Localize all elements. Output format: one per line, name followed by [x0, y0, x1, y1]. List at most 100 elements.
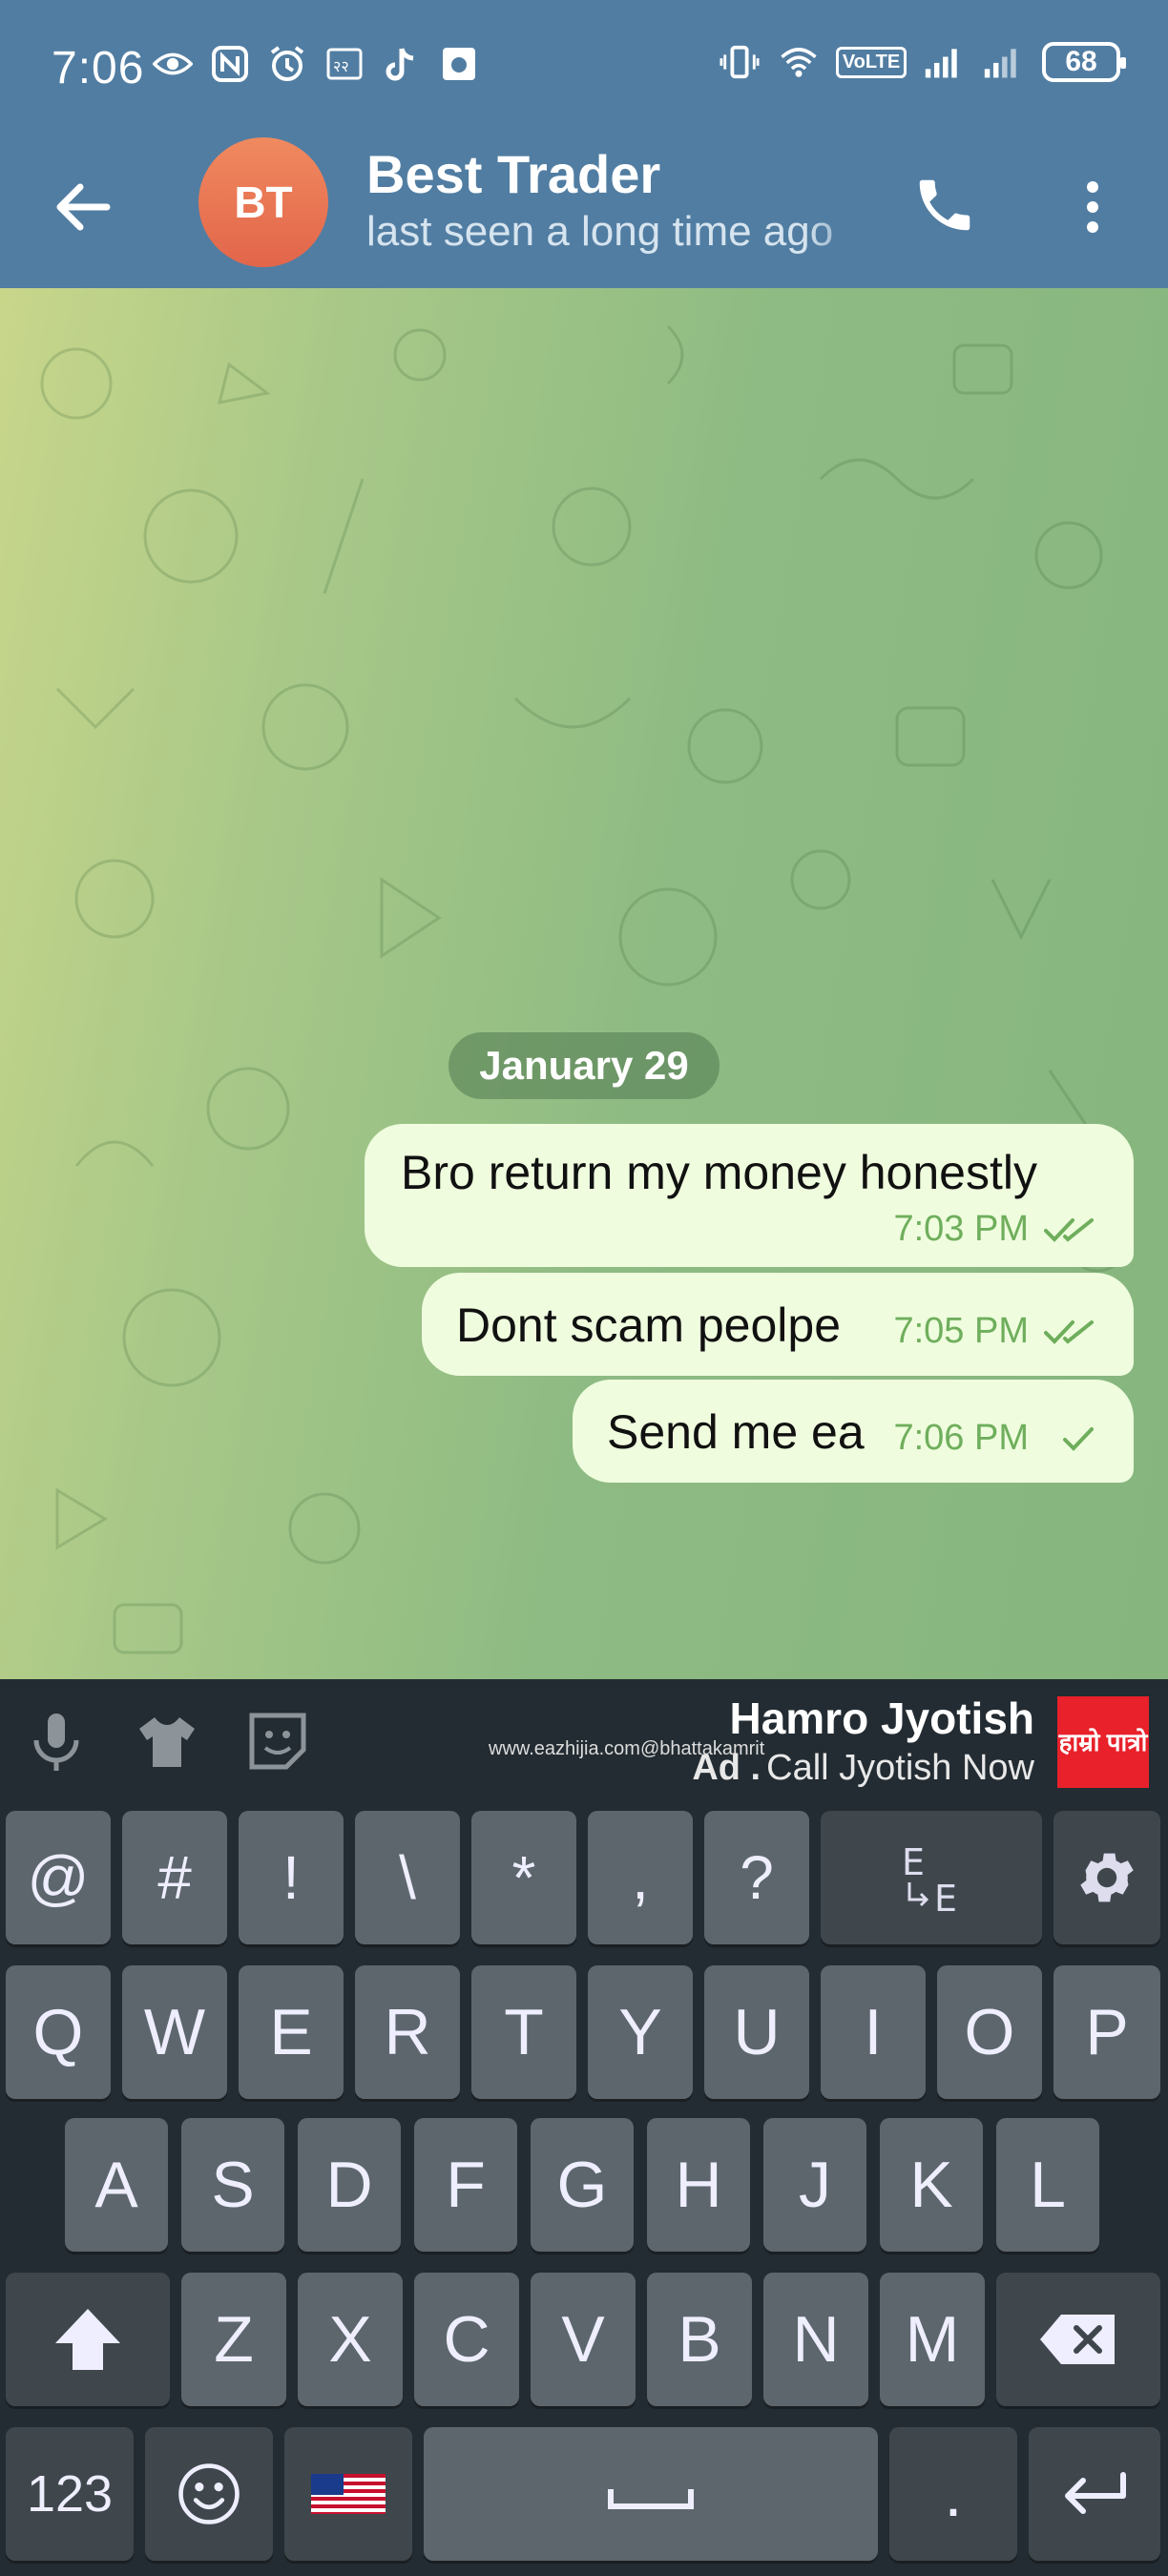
key-question[interactable]: ? — [704, 1811, 809, 1944]
keyboard-settings-key[interactable] — [1053, 1811, 1160, 1944]
enter-key[interactable] — [1029, 2427, 1160, 2561]
signal-roaming-icon — [983, 42, 1023, 82]
tiktok-icon — [382, 44, 422, 84]
theme-shirt-icon[interactable] — [134, 1708, 200, 1775]
key-e[interactable]: E — [239, 1965, 344, 2099]
status-notification-icons: २२ — [153, 44, 479, 84]
ad-subtitle-text: Call Jyotish Now — [766, 1748, 1034, 1788]
on-screen-keyboard: www.eazhijia.com@bhattakamrit Hamro Jyot… — [0, 1679, 1168, 2576]
voice-input-icon[interactable] — [23, 1708, 90, 1775]
svg-text:E: E — [934, 1878, 957, 1920]
key-backslash[interactable]: \ — [355, 1811, 460, 1944]
message-time: 7:03 PM — [893, 1209, 1029, 1249]
key-at[interactable]: @ — [6, 1811, 111, 1944]
ad-logo[interactable]: हाम्रो पात्रो — [1057, 1696, 1149, 1788]
app-notification-icon: २२ — [324, 44, 365, 84]
key-g[interactable]: G — [531, 2118, 634, 2252]
key-l[interactable]: L — [996, 2118, 1099, 2252]
svg-text:E: E — [902, 1841, 925, 1883]
back-arrow-icon[interactable] — [50, 174, 116, 240]
shift-key[interactable] — [6, 2273, 170, 2406]
status-time: 7:06 — [52, 43, 145, 93]
sticker-icon[interactable] — [244, 1708, 311, 1775]
key-f[interactable]: F — [414, 2118, 517, 2252]
eye-icon — [153, 44, 193, 84]
message-meta: 7:03 PM — [893, 1209, 1101, 1250]
avatar[interactable]: BT — [198, 137, 328, 267]
svg-text:२२: २२ — [333, 57, 349, 75]
phone-call-icon[interactable] — [911, 172, 978, 239]
double-check-icon — [1044, 1217, 1094, 1242]
nfc-icon — [210, 44, 250, 84]
more-options-icon[interactable] — [1069, 174, 1116, 240]
message-time: 7:06 PM — [893, 1418, 1029, 1458]
period-key[interactable]: . — [889, 2427, 1017, 2561]
backspace-key[interactable] — [996, 2273, 1160, 2406]
key-hash[interactable]: # — [122, 1811, 227, 1944]
key-h[interactable]: H — [647, 2118, 750, 2252]
language-switch-key[interactable]: EE — [821, 1811, 1042, 1944]
date-separator: January 29 — [448, 1032, 720, 1099]
message-bubble-outgoing[interactable]: Send me ea 7:06 PM — [573, 1380, 1134, 1483]
space-bar-icon — [608, 2489, 694, 2509]
check-icon — [1063, 1426, 1094, 1451]
key-b[interactable]: B — [647, 2273, 752, 2406]
chat-title[interactable]: Best Trader — [366, 143, 660, 205]
vibrate-icon — [720, 42, 760, 82]
app-badge-icon — [439, 44, 479, 84]
message-meta: 7:06 PM — [893, 1418, 1101, 1459]
smiley-icon — [178, 2463, 240, 2524]
key-m[interactable]: M — [880, 2273, 985, 2406]
key-p[interactable]: P — [1053, 1965, 1160, 2099]
chat-header: BT Best Trader last seen a long time ago — [0, 134, 1168, 288]
space-key[interactable] — [424, 2427, 878, 2561]
key-o[interactable]: O — [937, 1965, 1042, 2099]
key-asterisk[interactable]: * — [471, 1811, 576, 1944]
language-flag-key[interactable] — [284, 2427, 412, 2561]
key-exclamation[interactable]: ! — [239, 1811, 344, 1944]
ad-subtitle[interactable]: Ad . Call Jyotish Now — [692, 1748, 1034, 1789]
ad-label: Ad . — [692, 1748, 761, 1788]
key-x[interactable]: X — [298, 2273, 403, 2406]
key-k[interactable]: K — [880, 2118, 983, 2252]
double-check-icon — [1044, 1319, 1094, 1344]
language-switch-icon: EE — [902, 1841, 957, 1920]
key-comma[interactable]: , — [588, 1811, 693, 1944]
key-z[interactable]: Z — [181, 2273, 286, 2406]
key-u[interactable]: U — [704, 1965, 809, 2099]
battery-indicator: 68 — [1042, 42, 1126, 82]
key-w[interactable]: W — [122, 1965, 227, 2099]
key-d[interactable]: D — [298, 2118, 401, 2252]
shift-arrow-icon — [55, 2309, 120, 2370]
ad-title[interactable]: Hamro Jyotish — [729, 1693, 1034, 1744]
message-meta: 7:05 PM — [893, 1311, 1101, 1352]
enter-arrow-icon — [1065, 2472, 1126, 2514]
gear-icon — [1080, 1853, 1134, 1902]
message-bubble-outgoing[interactable]: Bro return my money honestly 7:03 PM — [365, 1124, 1134, 1267]
us-flag-icon — [311, 2474, 386, 2514]
key-r[interactable]: R — [355, 1965, 460, 2099]
volte-icon: VoLTE — [835, 42, 907, 82]
key-q[interactable]: Q — [6, 1965, 111, 2099]
key-t[interactable]: T — [471, 1965, 576, 2099]
signal-icon — [924, 42, 964, 82]
key-v[interactable]: V — [531, 2273, 636, 2406]
key-c[interactable]: C — [414, 2273, 519, 2406]
emoji-key[interactable] — [145, 2427, 273, 2561]
key-i[interactable]: I — [821, 1965, 926, 2099]
key-j[interactable]: J — [763, 2118, 866, 2252]
wifi-icon — [779, 42, 819, 82]
message-text: Bro return my money honestly — [401, 1146, 1037, 1199]
numbers-key[interactable]: 123 — [6, 2427, 134, 2561]
keyboard-toolbar: www.eazhijia.com@bhattakamrit Hamro Jyot… — [0, 1679, 1168, 1803]
key-s[interactable]: S — [181, 2118, 284, 2252]
message-bubble-outgoing[interactable]: Dont scam peolpe 7:05 PM — [422, 1273, 1134, 1376]
last-seen-status: last seen a long time ago — [366, 208, 834, 255]
key-y[interactable]: Y — [588, 1965, 693, 2099]
ad-logo-text: हाम्रो पात्रो — [1058, 1728, 1148, 1756]
status-bar: 7:06 २२ VoLTE 68 — [0, 0, 1168, 134]
chat-area: January 29 Bro return my money honestly … — [0, 288, 1168, 1679]
key-a[interactable]: A — [65, 2118, 168, 2252]
key-n[interactable]: N — [763, 2273, 868, 2406]
backspace-icon — [1040, 2315, 1115, 2364]
